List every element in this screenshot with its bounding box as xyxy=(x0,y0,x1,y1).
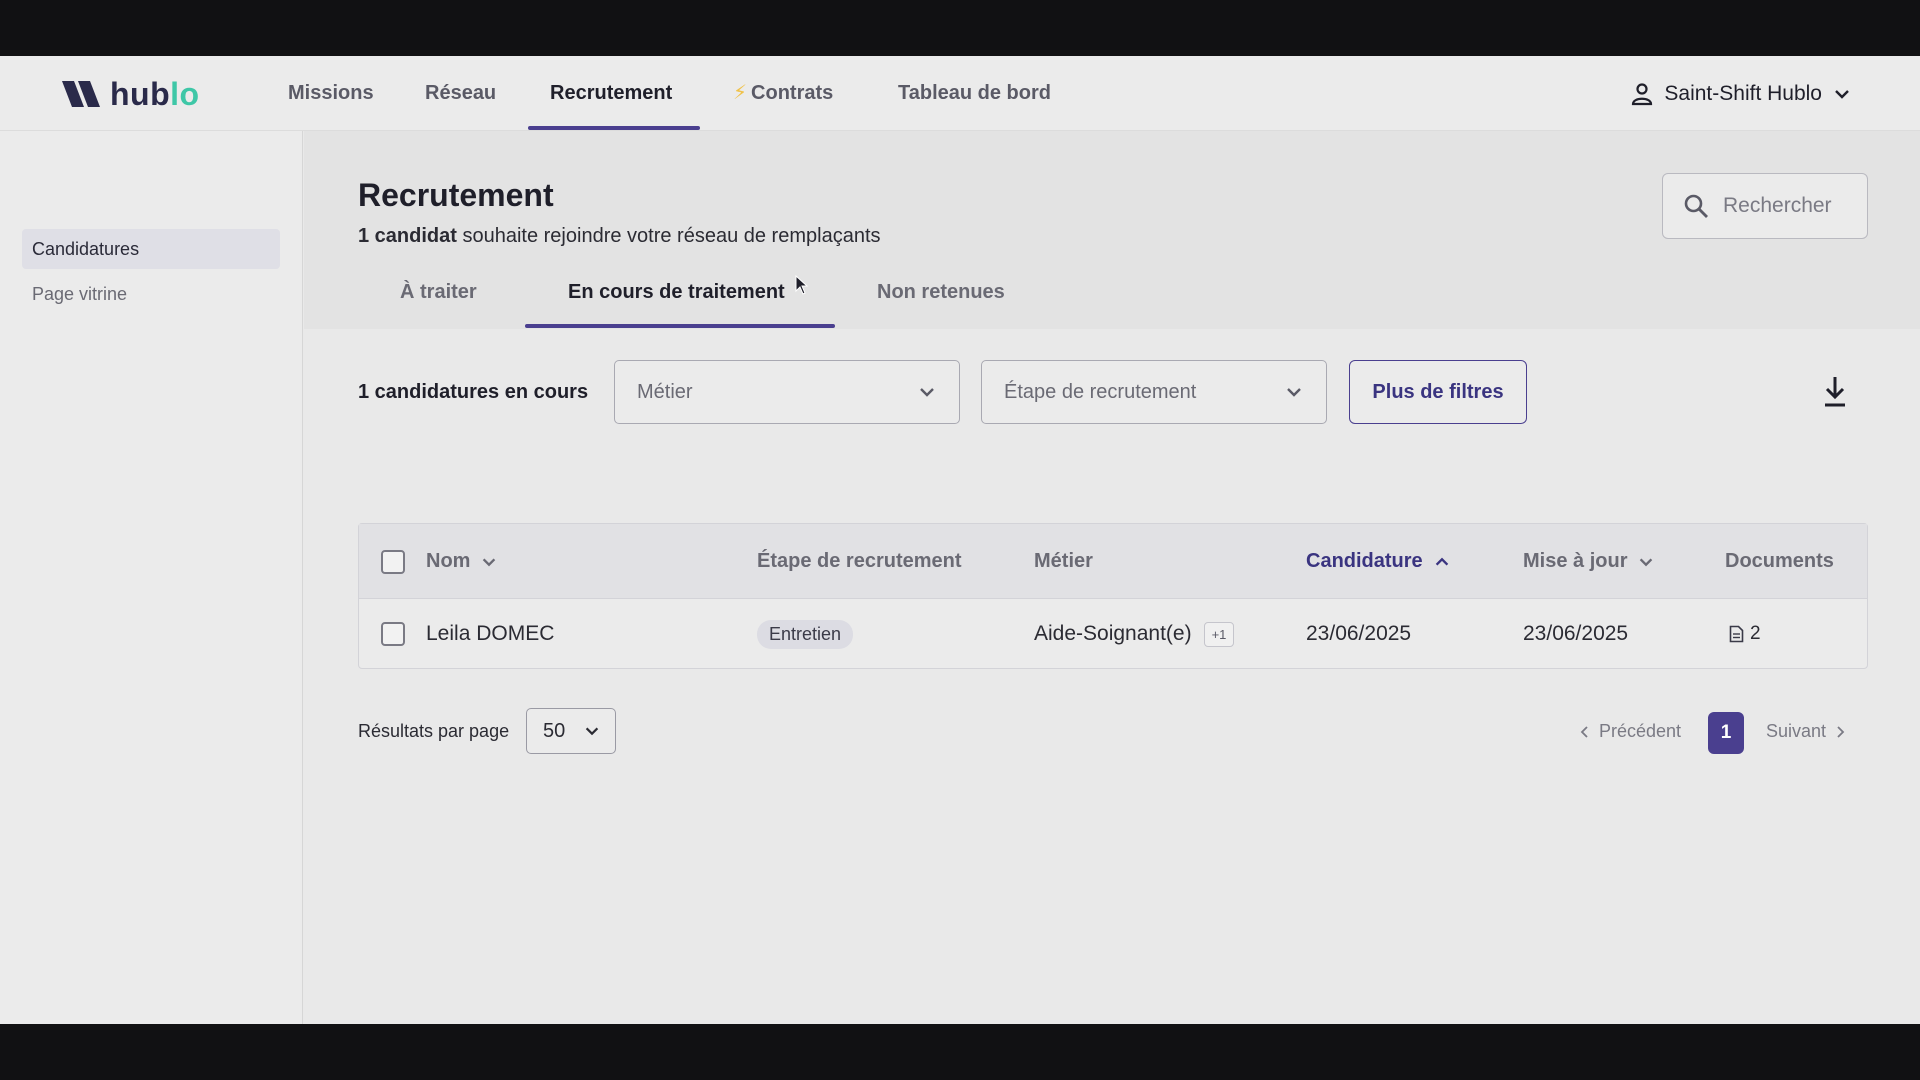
download-icon[interactable] xyxy=(1819,374,1851,410)
tab-en-cours[interactable]: En cours de traitement xyxy=(568,281,785,329)
column-mise-a-jour[interactable]: Mise à jour xyxy=(1523,524,1655,599)
chevron-down-icon xyxy=(1640,557,1653,566)
hublo-logo-icon xyxy=(62,81,100,107)
nav-tableau-de-bord[interactable]: Tableau de bord xyxy=(898,56,1051,131)
per-page-select[interactable]: 50 xyxy=(526,708,616,754)
chevron-right-icon xyxy=(1837,725,1845,738)
documents-count: 2 xyxy=(1750,623,1761,644)
chevron-left-icon xyxy=(1580,725,1588,738)
chevron-down-icon xyxy=(1287,388,1301,397)
user-name: Saint-Shift Hublo xyxy=(1664,81,1822,105)
select-all-checkbox[interactable] xyxy=(381,549,405,574)
lightning-icon: ⚡ xyxy=(733,82,748,104)
sidebar: Candidatures Page vitrine xyxy=(0,131,303,1024)
table-row[interactable]: Leila DOMEC Entretien Aide-Soignant(e) +… xyxy=(359,599,1867,669)
documents-cell[interactable]: 2 xyxy=(1729,599,1761,669)
per-page-value: 50 xyxy=(543,719,566,742)
nav-contrats[interactable]: ⚡ Contrats xyxy=(733,56,833,131)
chevron-down-icon xyxy=(483,557,496,566)
letterbox-bottom xyxy=(0,1024,1920,1080)
candidature-date: 23/06/2025 xyxy=(1306,622,1412,645)
nav-missions[interactable]: Missions xyxy=(288,56,374,131)
chevron-down-icon xyxy=(1835,89,1849,99)
column-candidature[interactable]: Candidature xyxy=(1306,524,1451,599)
nav-contrats-label: Contrats xyxy=(751,82,834,104)
nav-recrutement[interactable]: Recrutement xyxy=(550,56,672,131)
user-menu[interactable]: Saint-Shift Hublo xyxy=(1630,56,1852,131)
metier-more-badge[interactable]: +1 xyxy=(1203,621,1235,647)
page-title: Recrutement xyxy=(358,177,554,213)
tab-a-traiter[interactable]: À traiter xyxy=(400,281,477,329)
metier-select[interactable]: Métier xyxy=(614,360,960,424)
row-checkbox-cell xyxy=(381,599,405,669)
tab-active-indicator xyxy=(525,324,835,328)
tab-non-retenues[interactable]: Non retenues xyxy=(877,281,1005,329)
column-nom[interactable]: Nom xyxy=(426,524,498,599)
status-badge: Entretien xyxy=(757,619,854,649)
chevron-down-icon xyxy=(585,727,599,736)
mouse-cursor-icon xyxy=(795,275,809,295)
search-icon xyxy=(1684,194,1708,218)
page-header: Recrutement 1 candidat souhaite rejoindr… xyxy=(304,131,1920,329)
chevron-down-icon xyxy=(920,388,934,397)
column-documents: Documents xyxy=(1725,550,1834,572)
main-content: Recrutement 1 candidat souhaite rejoindr… xyxy=(304,131,1920,1024)
candidatures-count: 1 candidatures en cours xyxy=(358,381,589,403)
app-window: hublo Missions Réseau Recrutement ⚡ Contr… xyxy=(0,56,1920,1024)
page-subtitle: 1 candidat souhaite rejoindre votre rése… xyxy=(358,225,881,247)
etape-cell: Entretien xyxy=(757,599,854,669)
candidatures-table: Nom Étape de recrutement Métier Candidat… xyxy=(358,523,1868,669)
etape-select-label: Étape de recrutement xyxy=(1004,380,1197,403)
page-1-button[interactable]: 1 xyxy=(1708,712,1744,754)
previous-page-button[interactable]: Précédent xyxy=(1579,721,1681,742)
mise-a-jour-date: 23/06/2025 xyxy=(1523,622,1629,645)
more-filters-button[interactable]: Plus de filtres xyxy=(1349,360,1527,424)
next-page-button[interactable]: Suivant xyxy=(1766,721,1846,742)
user-icon xyxy=(1632,82,1653,105)
metier-value: Aide-Soignant(e) xyxy=(1034,622,1192,645)
sidebar-item-candidatures[interactable]: Candidatures xyxy=(22,229,280,269)
top-navigation: hublo Missions Réseau Recrutement ⚡ Contr… xyxy=(0,56,1920,131)
document-icon xyxy=(1729,625,1744,643)
metier-select-label: Métier xyxy=(637,380,693,403)
select-all-cell xyxy=(381,524,405,599)
per-page-label: Résultats par page xyxy=(358,721,510,741)
column-metier: Métier xyxy=(1034,550,1093,572)
chevron-up-icon xyxy=(1435,557,1448,566)
nav-reseau[interactable]: Réseau xyxy=(425,56,496,131)
candidate-name[interactable]: Leila DOMEC xyxy=(426,599,554,669)
sidebar-item-page-vitrine[interactable]: Page vitrine xyxy=(22,274,280,314)
etape-select[interactable]: Étape de recrutement xyxy=(981,360,1327,424)
search-input[interactable]: Rechercher xyxy=(1662,173,1868,239)
table-header: Nom Étape de recrutement Métier Candidat… xyxy=(359,524,1867,599)
nav-active-indicator xyxy=(528,126,700,130)
letterbox-top xyxy=(0,0,1920,56)
metier-cell: Aide-Soignant(e) +1 xyxy=(1034,599,1235,669)
hublo-logo[interactable]: hublo xyxy=(62,76,200,112)
row-checkbox[interactable] xyxy=(381,622,405,646)
logo-wordmark: hublo xyxy=(110,75,200,112)
search-placeholder: Rechercher xyxy=(1723,194,1832,217)
column-etape: Étape de recrutement xyxy=(757,550,962,572)
